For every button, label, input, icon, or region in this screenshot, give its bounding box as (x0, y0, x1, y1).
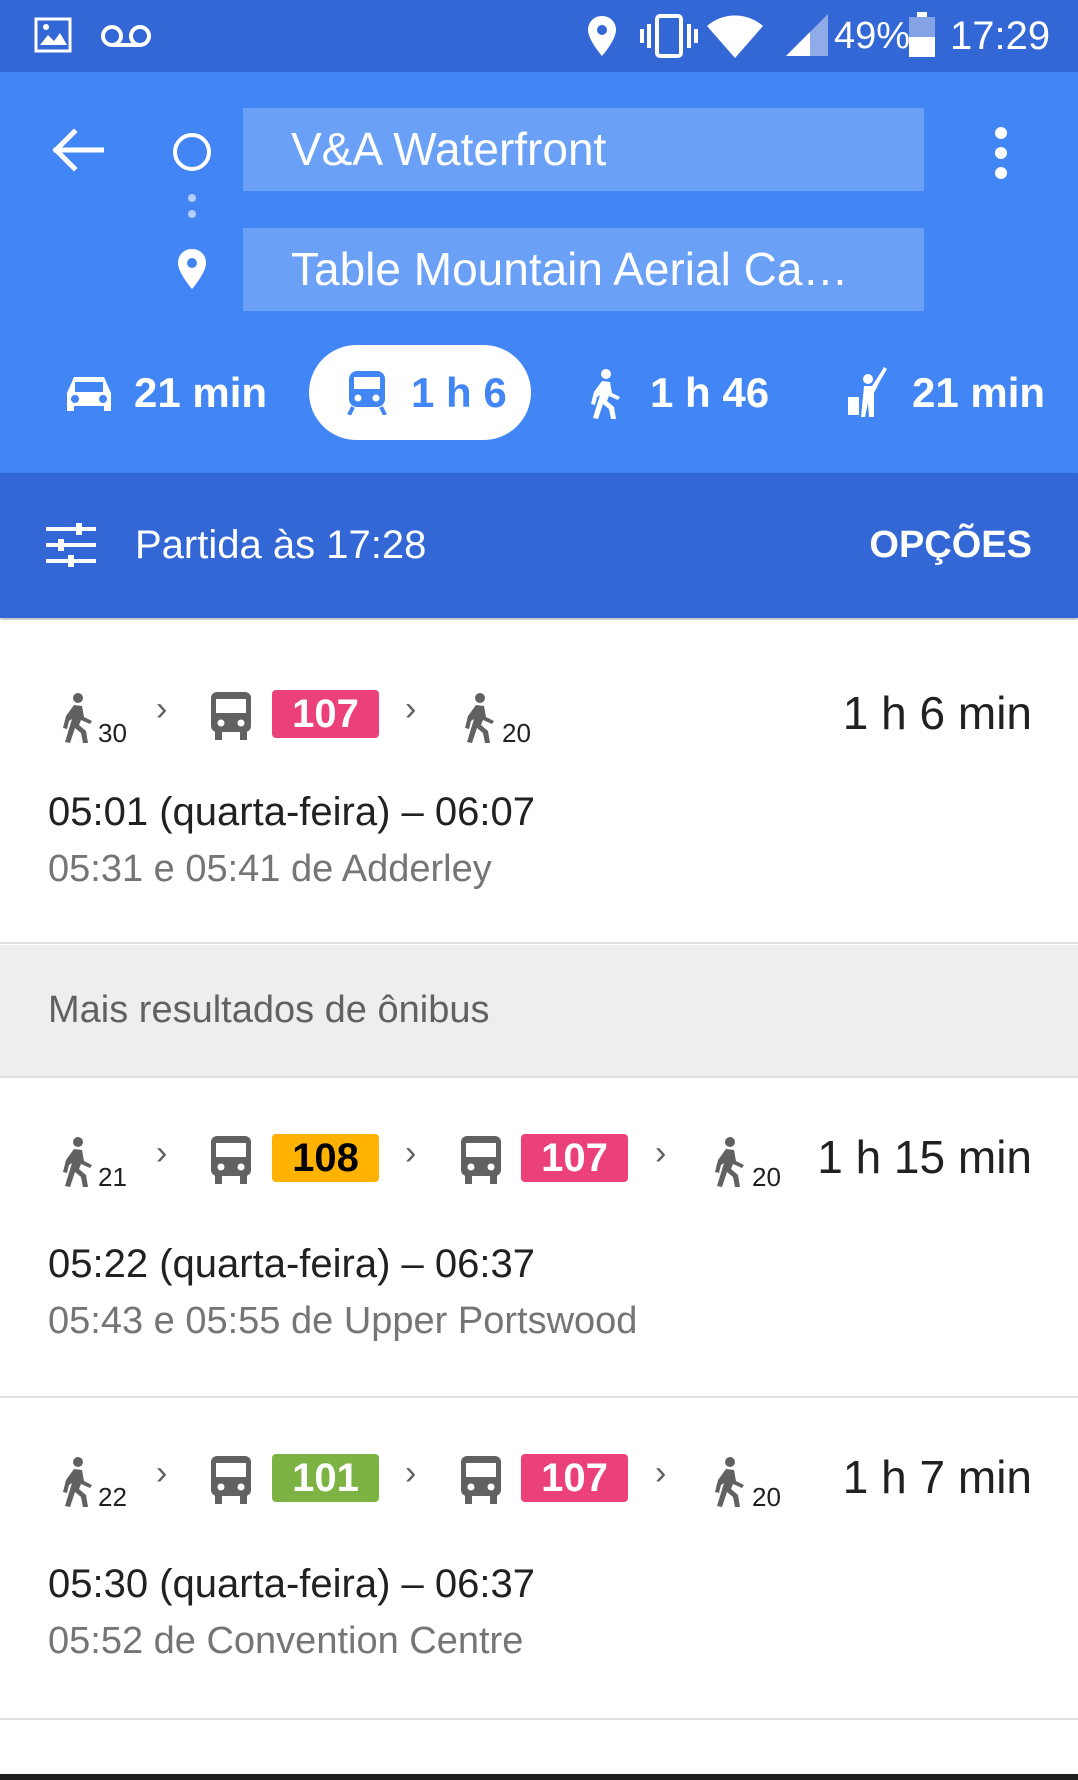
transit-icon (347, 371, 387, 415)
more-options-icon[interactable] (990, 126, 1012, 180)
walk-minutes: 21 (98, 1162, 127, 1192)
vibrate-icon (640, 14, 698, 58)
bus-line-badge: 101 (272, 1454, 379, 1502)
walk-icon (63, 693, 92, 743)
route-steps: 30 › 107 › 20 1 h 6 min (0, 687, 1078, 750)
walk-icon (63, 1457, 92, 1507)
mode-transit-label: 1 h 6 (411, 369, 507, 416)
bus-line-badge: 107 (272, 690, 379, 738)
route-dots-icon (188, 194, 196, 218)
chevron-right-icon: › (655, 1134, 667, 1172)
more-results-header: Mais resultados de ônibus (0, 945, 1078, 1078)
bus-icon (461, 1456, 501, 1504)
mode-transit[interactable]: 1 h 6 (309, 345, 531, 440)
route-steps: 22 › 101 › 107 › 20 1 h 7 min (0, 1451, 1078, 1514)
mode-driving[interactable]: 21 min (66, 345, 296, 440)
bus-line-badge: 107 (521, 1134, 628, 1182)
battery-percent: 49% (834, 15, 911, 57)
options-bar: Partida às 17:28 OPÇÕES (0, 473, 1078, 618)
status-bar: 49% 17:29 (0, 0, 1078, 72)
back-arrow-icon[interactable] (52, 128, 104, 172)
chevron-right-icon: › (156, 1134, 168, 1172)
mode-ride[interactable]: 21 min (846, 345, 1078, 440)
route-duration: 1 h 15 min (817, 1131, 1032, 1183)
origin-circle-icon (173, 133, 211, 171)
destination-pin-icon (178, 249, 206, 289)
route-card[interactable]: 21 › 108 › 107 › 20 1 h 15 min 05:22 (qu… (0, 1078, 1078, 1398)
route-duration: 1 h 7 min (842, 1451, 1032, 1503)
origin-field[interactable]: V&A Waterfront (243, 108, 924, 191)
departure-time[interactable]: Partida às 17:28 (135, 473, 426, 618)
route-duration: 1 h 6 min (842, 687, 1032, 739)
ride-icon (848, 367, 887, 417)
destination-field[interactable]: Table Mountain Aerial Ca… (243, 228, 924, 311)
route-times: 05:30 (quarta-feira) – 06:37 (48, 1562, 535, 1606)
chevron-right-icon: › (156, 690, 168, 728)
walk-minutes: 20 (752, 1482, 781, 1512)
more-results-label: Mais resultados de ônibus (48, 989, 490, 1031)
image-notification-icon (34, 17, 72, 53)
chevron-right-icon: › (405, 1134, 417, 1172)
route-times: 05:01 (quarta-feira) – 06:07 (48, 790, 535, 834)
tune-icon[interactable] (46, 523, 96, 567)
chevron-right-icon: › (156, 1454, 168, 1492)
mode-walking-label: 1 h 46 (650, 369, 770, 416)
walk-minutes: 30 (98, 718, 127, 748)
route-card[interactable]: 22 › 101 › 107 › 20 1 h 7 min 05:30 (qua… (0, 1398, 1078, 1720)
options-button[interactable]: OPÇÕES (869, 473, 1032, 618)
mode-ride-label: 21 min (912, 369, 1046, 416)
wifi-icon (707, 15, 763, 58)
directions-header: V&A Waterfront Table Mountain Aerial Ca…… (0, 72, 1078, 473)
bus-icon (211, 692, 251, 740)
route-card[interactable]: 30 › 107 › 20 1 h 6 min 05:01 (quarta-fe… (0, 620, 1078, 944)
mode-driving-label: 21 min (134, 369, 268, 416)
bus-line-badge: 108 (272, 1134, 379, 1182)
route-stop-info: 05:43 e 05:55 de Upper Portswood (48, 1300, 638, 1342)
walk-icon (465, 693, 494, 743)
route-stop-info: 05:31 e 05:41 de Adderley (48, 848, 492, 890)
walk-minutes: 20 (752, 1162, 781, 1192)
chevron-right-icon: › (405, 1454, 417, 1492)
route-times: 05:22 (quarta-feira) – 06:37 (48, 1242, 535, 1286)
walk-minutes: 20 (502, 718, 531, 748)
bus-icon (211, 1136, 251, 1184)
walk-minutes: 22 (98, 1482, 127, 1512)
bus-icon (461, 1136, 501, 1184)
walk-icon (591, 369, 620, 419)
status-time: 17:29 (950, 14, 1051, 58)
route-stop-info: 05:52 de Convention Centre (48, 1620, 524, 1662)
mode-walking[interactable]: 1 h 46 (586, 345, 786, 440)
bus-line-badge: 107 (521, 1454, 628, 1502)
route-steps: 21 › 108 › 107 › 20 1 h 15 min (0, 1131, 1078, 1194)
chevron-right-icon: › (405, 690, 417, 728)
walk-icon (63, 1137, 92, 1187)
chevron-right-icon: › (655, 1454, 667, 1492)
location-icon (588, 16, 616, 56)
nav-bar-edge (0, 1774, 1078, 1780)
bus-icon (211, 1456, 251, 1504)
voicemail-icon (101, 25, 151, 47)
walk-icon (715, 1457, 744, 1507)
battery-icon (909, 12, 935, 57)
walk-icon (715, 1137, 744, 1187)
car-icon (67, 377, 111, 411)
signal-icon (786, 14, 828, 56)
